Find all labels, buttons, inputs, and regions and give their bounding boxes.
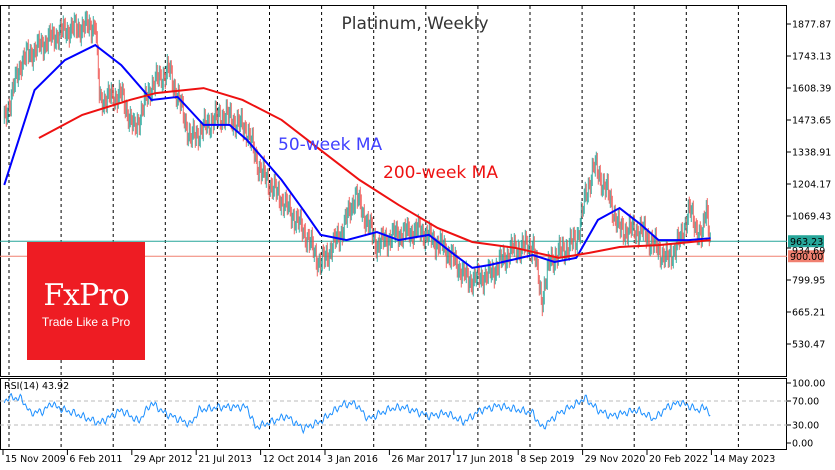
y-tick-label: 1069.43 [792,212,831,223]
y-tick-label: 665.21 [792,308,825,319]
rsi-pane-frame [0,378,787,450]
rsi-y-tick-label: 30.00 [792,421,819,432]
y-tick-label: 1743.13 [792,52,831,63]
x-tick-label: 17 Jun 2018 [456,454,513,465]
x-tick-label: 29 Nov 2020 [585,454,646,465]
y-tick-label: 934.69 [792,246,825,257]
x-tick-label: 21 Jul 2013 [198,454,252,465]
ma200-label: 200-week MA [383,163,498,183]
rsi-line [3,392,711,435]
y-tick-label: 799.95 [792,276,825,287]
x-tick-label: 6 Feb 2011 [69,454,122,465]
rsi-y-tick-label: 70.00 [792,397,819,408]
ma50-label: 50-week MA [278,135,383,155]
y-tick-label: 1473.65 [792,116,831,127]
price-chart[interactable]: 1877.87 1743.13 1608.39 1473.65 1338.91 1204.… [0,0,835,470]
y-tick-label: 1338.91 [792,148,831,159]
logo-tagline: Trade Like a Pro [41,315,131,329]
rsi-y-tick-label: 100.00 [792,379,825,390]
x-tick-label: 3 Jan 2016 [327,454,378,465]
y-tick-label: 1204.17 [792,180,831,191]
chart-window: 1877.87 1743.13 1608.39 1473.65 1338.91 1204.… [0,0,835,470]
x-tick-label: 12 Oct 2014 [263,454,322,465]
x-tick-label: 8 Sep 2019 [520,454,574,465]
y-tick-label: 1877.87 [792,20,831,31]
x-tick-label: 26 Mar 2017 [391,454,451,465]
x-tick-label: 29 Apr 2012 [134,454,193,465]
logo-brand: FxPro [43,278,129,313]
rsi-y-tick-label: 0.00 [792,439,813,450]
chart-title: Platinum, Weekly [341,14,488,34]
y-tick-label: 530.47 [792,340,825,351]
y-tick-label: 1608.39 [792,84,831,95]
moving-average-line [3,43,711,269]
x-tick-label: 15 Nov 2009 [5,454,66,465]
x-tick-label: 20 Feb 2022 [649,454,708,465]
fxpro-logo: FxPro Trade Like a Pro [27,242,145,360]
rsi-label: RSI(14) 43.92 [4,381,69,392]
x-tick-label: 14 May 2023 [713,454,775,465]
